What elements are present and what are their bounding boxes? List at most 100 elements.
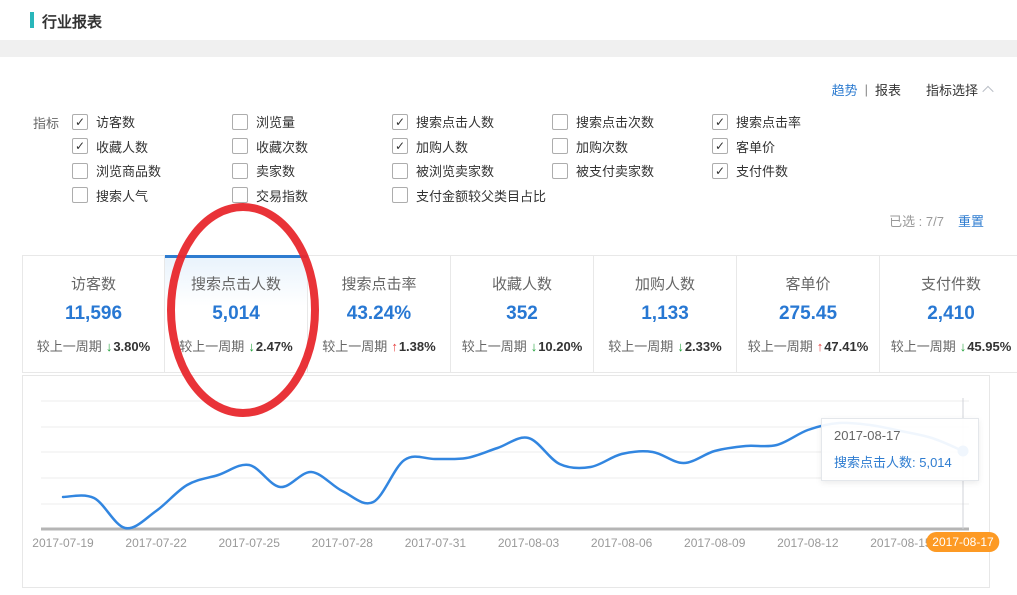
metric-checkbox-item[interactable]: 支付金额较父类目占比 — [392, 186, 546, 205]
metric-checkbox-label: 支付件数 — [736, 161, 788, 180]
compare-label: 较上一周期 — [462, 339, 527, 354]
metric-checkbox-item[interactable]: 收藏次数 — [232, 137, 308, 156]
metric-card[interactable]: 访客数 11,596 较上一周期↓3.80% — [22, 255, 165, 373]
metric-checkbox-label: 被支付卖家数 — [576, 161, 654, 180]
reset-button[interactable]: 重置 — [958, 211, 984, 230]
compare-label: 较上一周期 — [322, 339, 387, 354]
metric-checkbox-label: 收藏次数 — [256, 137, 308, 156]
x-axis-label: 2017-07-31 — [405, 536, 466, 550]
checkbox-unchecked-icon[interactable] — [552, 114, 568, 130]
tooltip-value: 搜索点击人数: 5,014 — [834, 452, 966, 471]
arrow-down-icon: ↓ — [677, 339, 684, 354]
checkbox-checked-icon[interactable]: ✓ — [712, 138, 728, 154]
metric-card-value: 1,133 — [594, 303, 736, 325]
metric-checkbox-item[interactable]: 交易指数 — [232, 186, 308, 205]
checkbox-checked-icon[interactable]: ✓ — [712, 163, 728, 179]
toolbar-separator: | — [865, 82, 868, 97]
tab-trend[interactable]: 趋势 — [832, 80, 858, 99]
metric-checkbox-item[interactable]: ✓ 加购人数 — [392, 137, 468, 156]
metric-card-change: 较上一周期↓45.95% — [880, 336, 1017, 355]
metric-card-change: 较上一周期↓2.47% — [165, 336, 307, 355]
arrow-down-icon: ↓ — [106, 339, 113, 354]
checkbox-unchecked-icon[interactable] — [552, 138, 568, 154]
metric-checkbox-label: 加购人数 — [416, 137, 468, 156]
x-axis-label: 2017-08-09 — [684, 536, 745, 550]
metric-checkbox-label: 卖家数 — [256, 161, 295, 180]
metric-card-change: 较上一周期↑1.38% — [308, 336, 450, 355]
compare-label: 较上一周期 — [608, 339, 673, 354]
checkbox-unchecked-icon[interactable] — [232, 114, 248, 130]
metric-checkbox-item[interactable]: 搜索点击次数 — [552, 112, 654, 131]
metric-checkbox-item[interactable]: 被支付卖家数 — [552, 161, 654, 180]
metric-card[interactable]: 收藏人数352较上一周期↓10.20% — [451, 255, 594, 373]
metric-checkbox-item[interactable]: ✓ 搜索点击人数 — [392, 112, 494, 131]
checkbox-unchecked-icon[interactable] — [72, 163, 88, 179]
metric-card-value: 11,596 — [23, 303, 164, 325]
checkbox-unchecked-icon[interactable] — [392, 163, 408, 179]
metric-checkbox-label: 被浏览卖家数 — [416, 161, 494, 180]
checkbox-checked-icon[interactable]: ✓ — [392, 114, 408, 130]
metric-card-title: 搜索点击率 — [308, 273, 450, 294]
metric-card-value: 275.45 — [737, 303, 879, 325]
metric-card-value: 5,014 — [165, 303, 307, 325]
x-axis-label: 2017-08-12 — [777, 536, 838, 550]
metric-card-value: 2,410 — [880, 303, 1017, 325]
metric-card[interactable]: 客单价275.45较上一周期↑47.41% — [737, 255, 880, 373]
metric-checkbox-item[interactable]: 搜索人气 — [72, 186, 148, 205]
checkbox-checked-icon[interactable]: ✓ — [72, 114, 88, 130]
checkbox-unchecked-icon[interactable] — [232, 187, 248, 203]
metric-checkbox-item[interactable]: 浏览量 — [232, 112, 295, 131]
change-percent: 1.38% — [399, 339, 436, 354]
metric-card[interactable]: 支付件数2,410较上一周期↓45.95% — [880, 255, 1017, 373]
metric-checkbox-label: 搜索点击人数 — [416, 112, 494, 131]
metric-card-title: 客单价 — [737, 273, 879, 294]
metric-checkbox-item[interactable]: ✓搜索点击率 — [712, 112, 801, 131]
metric-checkbox-label: 支付金额较父类目占比 — [416, 186, 546, 205]
x-axis-label: 2017-07-28 — [312, 536, 373, 550]
page-header: 行业报表 — [0, 0, 1017, 40]
metric-checkbox-item[interactable]: 被浏览卖家数 — [392, 161, 494, 180]
checkbox-checked-icon[interactable]: ✓ — [712, 114, 728, 130]
title-accent-bar — [30, 12, 34, 28]
metric-checkbox-label: 交易指数 — [256, 186, 308, 205]
metric-cards-row: 访客数11,596较上一周期↓3.80%搜索点击人数5,014较上一周期↓2.4… — [22, 255, 1017, 373]
x-axis-label: 2017-07-22 — [125, 536, 186, 550]
selector-label: 指标 — [33, 113, 59, 132]
metric-checkbox-item[interactable]: ✓访客数 — [72, 112, 135, 131]
metric-checkbox-label: 客单价 — [736, 137, 775, 156]
metric-checkbox-item[interactable]: ✓ 支付件数 — [712, 161, 788, 180]
compare-label: 较上一周期 — [891, 339, 956, 354]
metric-card[interactable]: 加购人数1,133较上一周期↓2.33% — [594, 255, 737, 373]
trend-chart-panel[interactable]: 2017-07-192017-07-222017-07-252017-07-28… — [22, 375, 990, 588]
metric-card-change: 较上一周期↓2.33% — [594, 336, 736, 355]
checkbox-unchecked-icon[interactable] — [552, 163, 568, 179]
metric-card-change: 较上一周期↓10.20% — [451, 336, 593, 355]
compare-label: 较上一周期 — [748, 339, 813, 354]
metric-card-value: 43.24% — [308, 303, 450, 325]
metric-checkbox-item[interactable]: 卖家数 — [232, 161, 295, 180]
metric-checkbox-item[interactable]: 浏览商品数 — [72, 161, 161, 180]
x-axis-label: 2017-08-03 — [498, 536, 559, 550]
x-axis-label: 2017-07-25 — [219, 536, 280, 550]
change-percent: 47.41% — [824, 339, 868, 354]
checkbox-checked-icon[interactable]: ✓ — [392, 138, 408, 154]
change-percent: 3.80% — [113, 339, 150, 354]
metric-card-title: 访客数 — [23, 273, 164, 294]
metric-checkbox-item[interactable]: ✓收藏人数 — [72, 137, 148, 156]
metric-checkbox-label: 搜索点击次数 — [576, 112, 654, 131]
checkbox-unchecked-icon[interactable] — [392, 187, 408, 203]
checkbox-unchecked-icon[interactable] — [232, 163, 248, 179]
metric-checkbox-item[interactable]: 加购次数 — [552, 137, 628, 156]
tab-report[interactable]: 报表 — [875, 80, 901, 99]
metric-checkbox-label: 浏览量 — [256, 112, 295, 131]
section-divider — [0, 40, 1017, 57]
metric-select-toggle[interactable]: 指标选择 — [926, 80, 992, 99]
metric-card[interactable]: 搜索点击率 43.24% 较上一周期↑1.38% — [308, 255, 451, 373]
checkbox-unchecked-icon[interactable] — [232, 138, 248, 154]
metric-card-change: 较上一周期↓3.80% — [23, 336, 164, 355]
metric-card[interactable]: 搜索点击人数5,014较上一周期↓2.47% — [165, 255, 308, 373]
view-toolbar: 趋势 | 报表 指标选择 — [832, 80, 992, 99]
checkbox-checked-icon[interactable]: ✓ — [72, 138, 88, 154]
metric-checkbox-item[interactable]: ✓ 客单价 — [712, 137, 775, 156]
checkbox-unchecked-icon[interactable] — [72, 187, 88, 203]
